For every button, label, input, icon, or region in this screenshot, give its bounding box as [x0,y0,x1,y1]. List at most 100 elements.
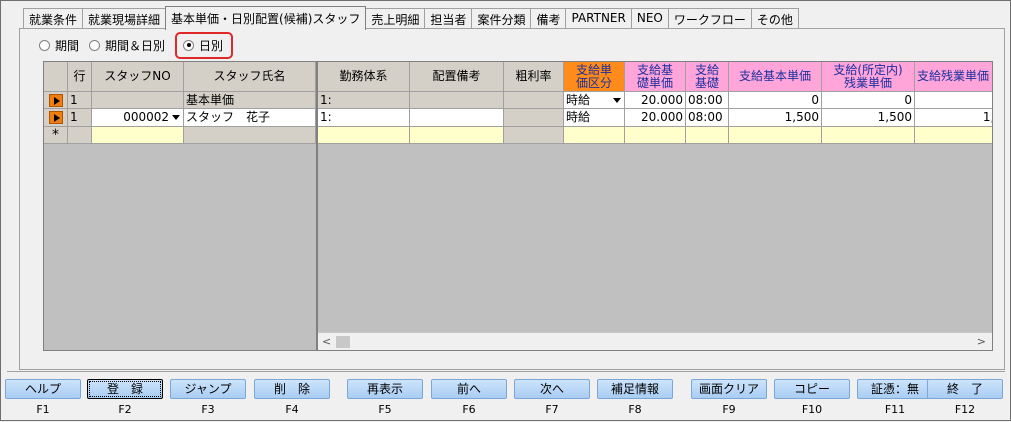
new-cell-pay-overtime-in[interactable] [822,127,915,144]
redisplay-button[interactable]: 再表示 [347,379,423,399]
radio-label: 期間＆日別 [105,38,166,53]
tab-employment-conditions[interactable]: 就業条件 [23,8,84,29]
fkey-label: F4 [285,403,299,416]
tab-notes[interactable]: 備考 [530,8,567,29]
cell-staff-name[interactable]: スタッフ 花子 [184,109,316,127]
cell-text: 000002 [123,110,169,124]
cell-work-type[interactable]: 1: [318,92,410,109]
header-margin-rate[interactable]: 粗利率 [504,62,564,92]
cell-pay-unit-type[interactable]: 時給 [564,92,625,109]
tab-other[interactable]: その他 [750,8,799,29]
next-button[interactable]: 次へ [514,379,590,399]
supplementary-info-button[interactable]: 補足情報 [597,379,673,399]
delete-button[interactable]: 削 除 [254,379,330,399]
cell-pay-base[interactable]: 08:00 [686,92,729,109]
new-cell-pay-basic-unit-price[interactable] [729,127,822,144]
tab-neo[interactable]: NEO [630,8,669,29]
fkey-label: F12 [954,403,976,416]
cell-staff-no[interactable]: 000002 [92,109,184,127]
cell-pay-basic-unit-price[interactable]: 1,500 [729,109,822,127]
header-pay-unit-type[interactable]: 支給単 価区分 [564,62,625,92]
cell-pay-overtime-in[interactable]: 0 [822,92,915,109]
header-pay-overtime-in[interactable]: 支給(所定内) 残業単価 [822,62,915,92]
cell-pay-overtime[interactable]: 1,8 [915,109,992,127]
dropdown-arrow-icon[interactable] [613,98,621,103]
row-arrow-icon [48,111,63,124]
new-cell-row-number [68,127,92,144]
function-key-bar: ヘルプ F1 登 録 F2 ジャンプ F3 削 除 F4 再表示 F5 前へ F… [1,379,1011,422]
cell-placement-note[interactable] [410,109,504,127]
cell-pay-overtime[interactable] [915,92,992,109]
header-pay-basic-unit-price[interactable]: 支給基本単価 [729,62,822,92]
new-cell-work-type[interactable] [318,127,410,144]
cell-text: 時給 [566,93,591,107]
cell-pay-base-unit[interactable]: 20.000 [625,92,686,109]
tab-project-category[interactable]: 案件分類 [471,8,532,29]
new-cell-pay-base[interactable] [686,127,729,144]
new-cell-staff-no[interactable] [92,127,184,144]
scroll-left-icon[interactable]: < [322,335,331,348]
radio-label: 日別 [199,38,224,53]
cell-row-number: 1 [68,109,92,127]
row-selector[interactable] [44,92,68,109]
radio-daily[interactable]: 日別 [175,31,234,59]
fkey-label: F5 [378,403,392,416]
tab-sales-details[interactable]: 売上明細 [365,8,426,29]
row-selector[interactable] [44,109,68,127]
tab-site-details[interactable]: 就業現場詳細 [82,8,167,29]
panel-divider [7,371,1005,373]
register-button[interactable]: 登 録 [87,379,163,399]
copy-button[interactable]: コピー [774,379,850,399]
radio-circle-checked-icon [183,39,195,51]
exit-button[interactable]: 終 了 [927,379,1003,399]
header-pay-base-unit[interactable]: 支給基 礎単価 [625,62,686,92]
tab-workflow[interactable]: ワークフロー [667,8,752,29]
header-pay-base[interactable]: 支給 基礎 [686,62,729,92]
horizontal-scrollbar[interactable]: < > [318,332,992,350]
fkey-label: F2 [118,403,132,416]
radio-label: 期間 [55,38,80,53]
header-pay-overtime[interactable]: 支給残業単価 [915,62,992,92]
cell-pay-basic-unit-price[interactable]: 0 [729,92,822,109]
staff-grid: 行 スタッフNO スタッフ氏名 勤務体系 配置備考 粗利率 支給単 価区分 支給… [43,61,993,351]
cell-staff-no[interactable] [92,92,184,109]
radio-period[interactable]: 期間 [39,37,79,54]
cell-work-type[interactable]: 1: [318,109,410,127]
header-row-number[interactable]: 行 [68,62,92,92]
cell-pay-overtime-in[interactable]: 1,500 [822,109,915,127]
clear-screen-button[interactable]: 画面クリア [691,379,767,399]
tab-partner[interactable]: PARTNER [565,8,632,29]
fkey-label: F1 [36,403,50,416]
tab-person-in-charge[interactable]: 担当者 [424,8,473,29]
cell-pay-base[interactable]: 08:00 [686,109,729,127]
header-work-type[interactable]: 勤務体系 [318,62,410,92]
tab-bar: 就業条件 就業現場詳細 基本単価・日別配置(候補)スタッフ 売上明細 担当者 案… [23,6,799,30]
fkey-label: F3 [201,403,215,416]
scroll-right-icon[interactable]: > [977,335,986,348]
cell-margin-rate [504,109,564,127]
header-staff-name[interactable]: スタッフ氏名 [184,62,316,92]
tab-basic-unit-daily-staff[interactable]: 基本単価・日別配置(候補)スタッフ [165,6,367,30]
jump-button[interactable]: ジャンプ [170,379,246,399]
voucher-button[interactable]: 証憑：無 [857,379,933,399]
new-cell-pay-unit-type[interactable] [564,127,625,144]
cell-pay-unit-type[interactable]: 時給 [564,109,625,127]
help-button[interactable]: ヘルプ [5,379,81,399]
header-placement-note[interactable]: 配置備考 [410,62,504,92]
new-cell-staff-name[interactable] [184,127,316,144]
dropdown-arrow-icon[interactable] [172,115,180,120]
frozen-column-splitter[interactable] [316,62,318,350]
new-cell-pay-base-unit[interactable] [625,127,686,144]
cell-staff-name[interactable]: 基本単価 [184,92,316,109]
previous-button[interactable]: 前へ [431,379,507,399]
fkey-label: F9 [722,403,736,416]
new-cell-placement-note[interactable] [410,127,504,144]
new-cell-pay-overtime[interactable] [915,127,992,144]
new-row-marker[interactable]: * [44,127,68,144]
grid-left-footer [44,332,316,350]
scroll-thumb[interactable] [336,336,350,348]
radio-period-and-daily[interactable]: 期間＆日別 [89,37,165,54]
cell-placement-note[interactable] [410,92,504,109]
cell-pay-base-unit[interactable]: 20.000 [625,109,686,127]
header-staff-no[interactable]: スタッフNO [92,62,184,92]
